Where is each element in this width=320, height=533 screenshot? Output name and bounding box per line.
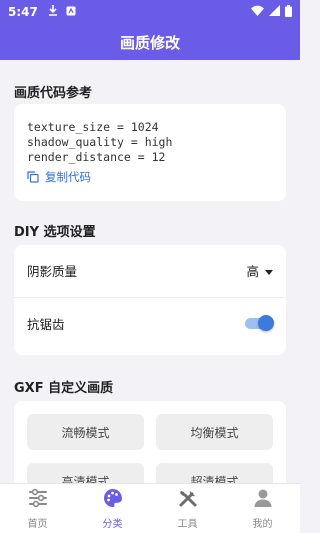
app-bar: 画质修改 <box>0 24 300 60</box>
hd-mode-button[interactable]: 高清模式 <box>27 463 144 483</box>
status-time: 5:47 <box>8 5 38 19</box>
gxf-card: 流畅模式 均衡模式 高清模式 超清模式 <box>14 401 286 483</box>
code-card: texture_size = 1024 shadow_quality = high… <box>14 104 286 201</box>
ultra-hd-mode-button[interactable]: 超清模式 <box>156 463 273 483</box>
battery-icon <box>285 4 292 20</box>
diy-section-title: DIY 选项设置 <box>14 225 96 240</box>
code-line: shadow_quality = high <box>27 135 173 149</box>
shadow-quality-select[interactable]: 高 <box>246 261 273 280</box>
balanced-mode-button[interactable]: 均衡模式 <box>156 414 273 450</box>
status-bar: 5:47 <box>0 0 300 24</box>
gxf-section-title: GXF 自定义画质 <box>14 381 114 396</box>
nav-label: 我的 <box>252 519 273 530</box>
anti-aliasing-row: 抗锯齿 <box>14 298 286 348</box>
shadow-quality-value: 高 <box>246 263 259 279</box>
nav-item-profile[interactable]: 我的 <box>225 484 300 533</box>
code-line: render_distance = 12 <box>27 150 166 164</box>
app-notification-icon <box>66 5 76 19</box>
sliders-icon <box>27 487 49 515</box>
code-line: texture_size = 1024 <box>27 120 159 134</box>
nav-label: 分类 <box>102 519 123 530</box>
signal-icon <box>269 5 280 19</box>
shadow-quality-label: 阴影质量 <box>27 263 78 279</box>
copy-code-label: 复制代码 <box>45 170 91 184</box>
download-icon <box>48 5 58 19</box>
nav-label: 工具 <box>177 519 198 530</box>
nav-item-category[interactable]: 分类 <box>75 484 150 533</box>
copy-icon <box>27 171 39 183</box>
palette-icon <box>102 487 124 515</box>
smooth-mode-button[interactable]: 流畅模式 <box>27 414 144 450</box>
page-title: 画质修改 <box>119 33 180 52</box>
code-block: texture_size = 1024 shadow_quality = high… <box>14 104 286 165</box>
shadow-quality-row: 阴影质量 高 <box>14 245 286 295</box>
nav-label: 首页 <box>27 519 48 530</box>
person-icon <box>252 487 274 515</box>
wifi-icon <box>251 5 264 19</box>
bottom-nav: 首页 分类 工具 我的 <box>0 483 300 533</box>
toggle-knob <box>258 315 274 331</box>
copy-code-button[interactable]: 复制代码 <box>27 169 91 185</box>
main-content[interactable]: 画质代码参考 texture_size = 1024 shadow_quality… <box>0 60 300 483</box>
nav-item-tools[interactable]: 工具 <box>150 484 225 533</box>
dropdown-arrow-icon <box>265 263 273 278</box>
anti-aliasing-toggle[interactable] <box>245 315 274 331</box>
tools-icon <box>177 487 199 515</box>
diy-card: 阴影质量 高 抗锯齿 <box>14 245 286 355</box>
nav-item-home[interactable]: 首页 <box>0 484 75 533</box>
anti-aliasing-label: 抗锯齿 <box>27 316 65 332</box>
code-section-title: 画质代码参考 <box>14 86 93 101</box>
